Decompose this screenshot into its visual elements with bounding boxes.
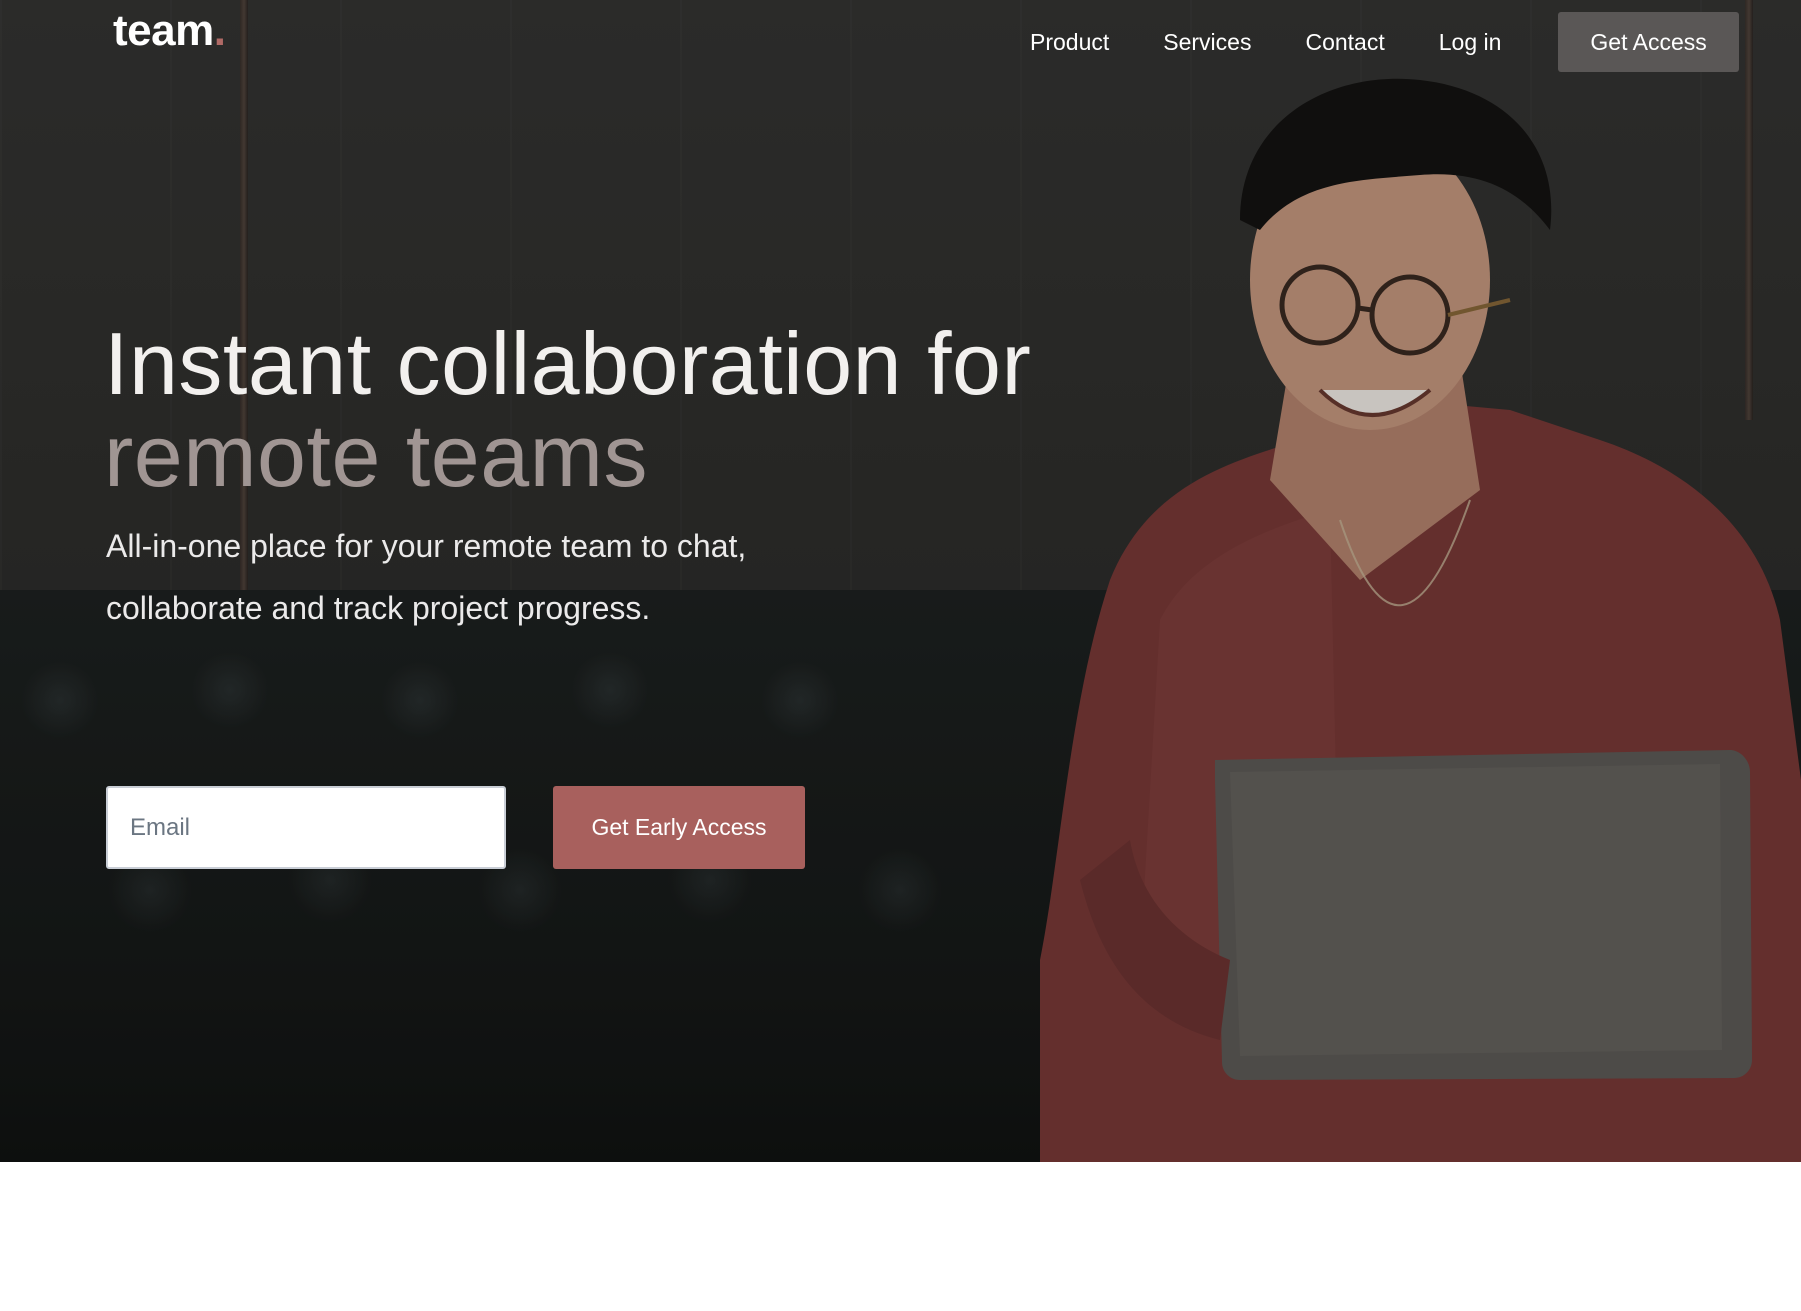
get-early-access-button[interactable]: Get Early Access bbox=[553, 786, 805, 869]
headline-accent: remote teams bbox=[104, 406, 648, 505]
brand-logo[interactable]: team. bbox=[113, 6, 226, 56]
brand-name: team bbox=[113, 6, 214, 55]
brand-dot: . bbox=[213, 6, 226, 55]
email-input[interactable] bbox=[106, 786, 506, 869]
main-navigation: Product Services Contact Log in Get Acce… bbox=[1030, 12, 1739, 72]
headline-main: Instant collaboration for bbox=[104, 314, 1032, 413]
hero-section: team. Product Services Contact Log in Ge… bbox=[0, 0, 1801, 1162]
get-access-button[interactable]: Get Access bbox=[1558, 12, 1739, 72]
nav-link-services[interactable]: Services bbox=[1163, 29, 1251, 56]
nav-link-contact[interactable]: Contact bbox=[1305, 29, 1384, 56]
nav-link-product[interactable]: Product bbox=[1030, 29, 1109, 56]
nav-link-login[interactable]: Log in bbox=[1439, 29, 1502, 56]
hero-headline: Instant collaboration for remote teams bbox=[104, 318, 1031, 502]
hero-subheading: All-in-one place for your remote team to… bbox=[106, 528, 747, 626]
